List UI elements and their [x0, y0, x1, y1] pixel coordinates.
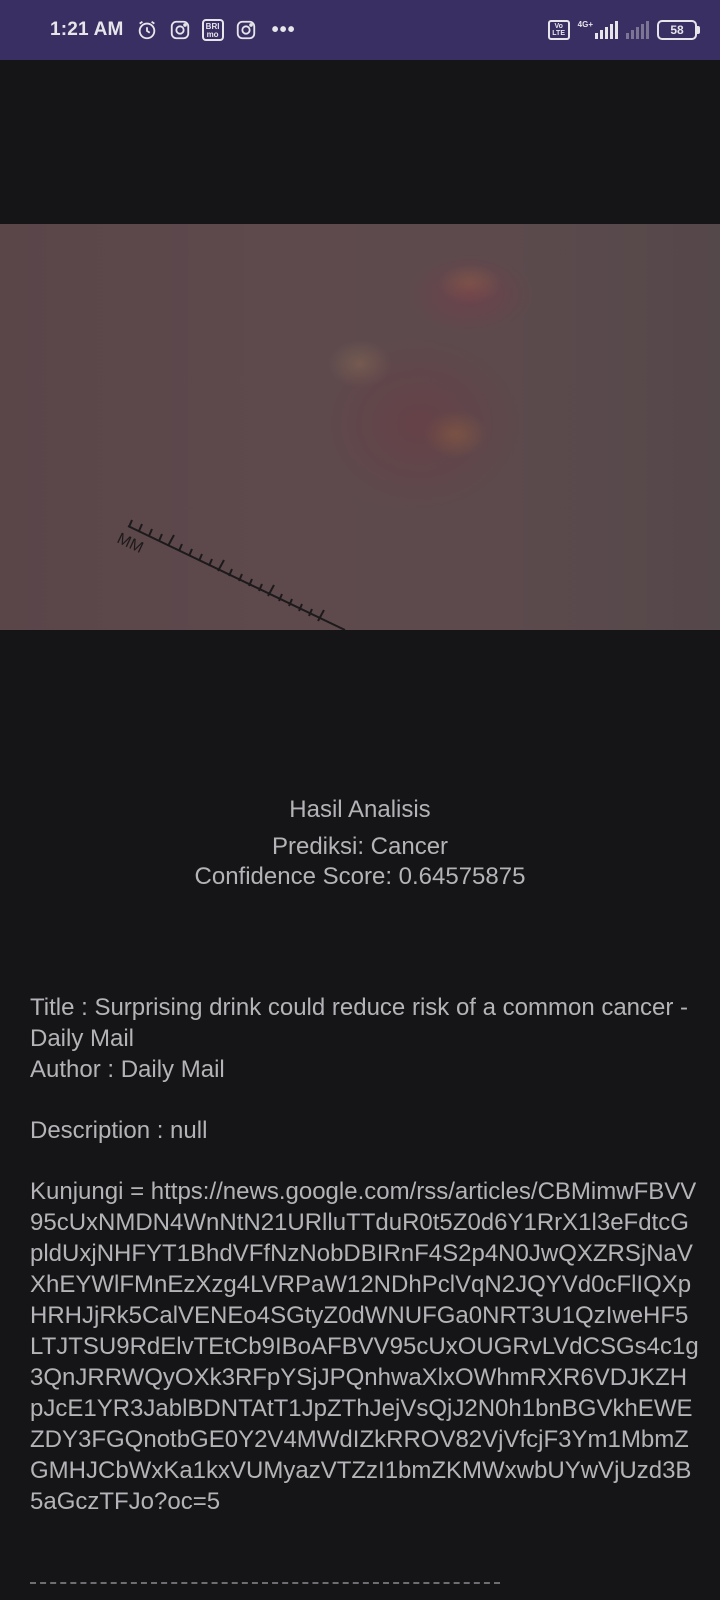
- volte-icon: Vo LTE: [547, 20, 570, 40]
- battery-level: 58: [657, 20, 697, 40]
- bri-icon: BRI mo: [201, 19, 224, 41]
- ruler-label: MM: [114, 530, 145, 557]
- article-description: Description : null: [30, 1117, 208, 1144]
- divider: [30, 1582, 500, 1584]
- status-bar: 1:21 AM BRI mo ••• Vo LTE 4G+ 58: [0, 0, 720, 60]
- notification-icons: BRI mo •••: [136, 19, 296, 42]
- network-type: 4G+: [577, 19, 593, 29]
- article-author: Author : Daily Mail: [30, 1056, 225, 1083]
- article-title: Title : Surprising drink could reduce ri…: [30, 994, 689, 1052]
- prediction-text: Prediksi: Cancer: [271, 833, 449, 860]
- instagram-icon: [169, 19, 191, 41]
- alarm-icon: [136, 19, 158, 41]
- skin-lesion-image: MM: [0, 224, 720, 630]
- battery-icon: 58: [657, 20, 700, 40]
- signal-icon-sim2: [626, 21, 649, 39]
- status-time: 1:21 AM: [50, 19, 124, 40]
- signal-icon: [595, 21, 618, 39]
- news-article: Title : Surprising drink could reduce ri…: [30, 992, 700, 1517]
- system-icons: Vo LTE 4G+ 58: [547, 19, 700, 40]
- confidence-score: Confidence Score: 0.64575875: [194, 863, 526, 890]
- instagram-icon: [235, 19, 257, 41]
- result-heading: Hasil Analisis: [289, 796, 431, 823]
- article-link[interactable]: Kunjungi = https://news.google.com/rss/a…: [30, 1176, 700, 1517]
- more-icon: •••: [271, 18, 296, 41]
- analysis-result: Hasil Analisis Prediksi: Cancer Confiden…: [0, 795, 720, 892]
